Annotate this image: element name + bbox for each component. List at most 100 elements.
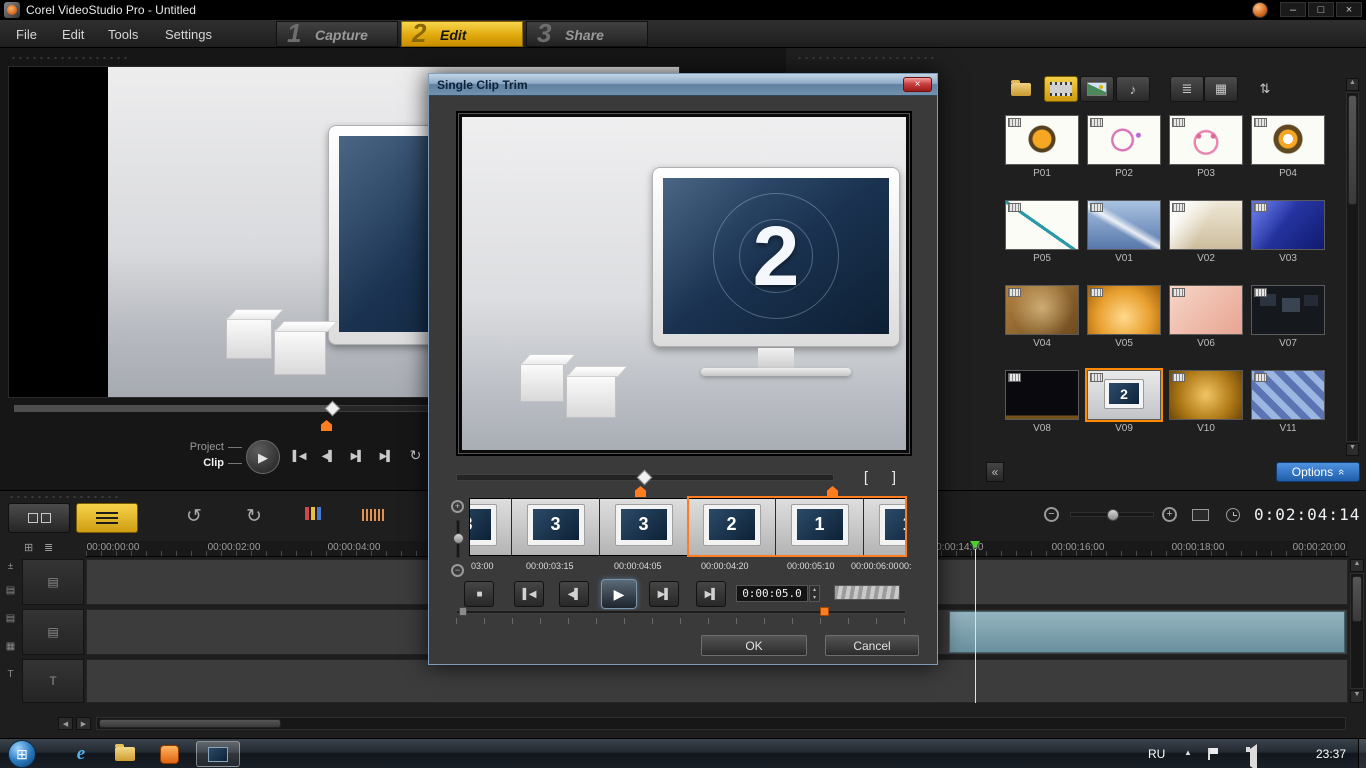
title-track[interactable] (86, 659, 1348, 703)
timeline-view-button[interactable] (76, 503, 138, 533)
end-button[interactable]: ▶▌ (373, 446, 399, 468)
library-item-selected[interactable]: 2 V09 (1085, 370, 1163, 434)
overlay-track-rail-icon[interactable]: ▤ (3, 613, 18, 624)
frame-thumb[interactable]: 3 (469, 499, 512, 555)
tab-share[interactable]: 3 Share (526, 21, 648, 47)
trim-scrubber-handle[interactable] (637, 470, 653, 486)
taskbar-app-button[interactable] (152, 741, 186, 767)
mark-out-button[interactable]: ] (883, 468, 905, 488)
frame-thumb[interactable]: 3 (600, 499, 688, 555)
video-track-rail-icon[interactable]: ▤ (3, 585, 18, 596)
duration-clock-icon[interactable] (1226, 508, 1240, 522)
library-item[interactable]: V03 (1249, 200, 1327, 264)
play-button[interactable]: ▶ (246, 440, 280, 474)
timeline-scroll-up[interactable]: ▲ (1350, 559, 1364, 572)
taskbar-videostudio-button[interactable] (196, 741, 240, 767)
library-item[interactable]: V06 (1167, 285, 1245, 349)
library-item[interactable]: V01 (1085, 200, 1163, 264)
track-list-icon[interactable]: ≣ (44, 541, 53, 554)
filter-audio-button[interactable]: ♪ (1116, 76, 1150, 102)
menu-edit[interactable]: Edit (62, 27, 84, 42)
menu-file[interactable]: File (16, 27, 37, 42)
overlay-clip[interactable] (949, 611, 1345, 653)
taskbar-explorer-button[interactable] (108, 741, 142, 767)
strip-zoom-in[interactable]: + (451, 500, 464, 513)
preview-scrubber-handle[interactable] (325, 401, 341, 417)
show-desktop-button[interactable] (1358, 739, 1366, 768)
next-frame-button[interactable]: ▶▌ (344, 446, 370, 468)
library-item[interactable]: V10 (1167, 370, 1245, 434)
trim-end-button[interactable]: ▶▌ (696, 581, 726, 607)
overlay-track-header[interactable]: ▤ (22, 609, 84, 655)
library-item[interactable]: V08 (1003, 370, 1081, 434)
cancel-button[interactable]: Cancel (825, 635, 919, 656)
start-button[interactable]: ⊞ (8, 740, 36, 768)
timeline-vscrollbar[interactable] (1350, 573, 1364, 689)
library-item[interactable]: V11 (1249, 370, 1327, 434)
repeat-button[interactable]: ↻ (402, 444, 428, 466)
menu-tools[interactable]: Tools (108, 27, 138, 42)
library-scrollbar[interactable] (1346, 92, 1359, 442)
track-grid-icon[interactable]: ⊞ (24, 541, 33, 554)
trim-timecode-field[interactable]: 0:00:05.0 (736, 585, 808, 602)
fit-project-icon[interactable] (1192, 509, 1209, 521)
trim-home-button[interactable]: ▌◀ (514, 581, 544, 607)
timeline-hscrollbar[interactable] (96, 717, 1346, 730)
auto-music-icon[interactable] (362, 509, 386, 521)
lock-track-icon[interactable]: ▦ (3, 641, 18, 652)
jog-bar[interactable] (456, 610, 906, 614)
volume-icon[interactable] (1250, 744, 1257, 768)
ok-button[interactable]: OK (701, 635, 807, 656)
library-item[interactable]: P04 (1249, 115, 1327, 179)
preview-trim-marker[interactable] (321, 420, 332, 431)
project-mode-label[interactable]: Project (150, 441, 242, 453)
strip-zoom-out[interactable]: − (451, 564, 464, 577)
trim-stop-button[interactable]: ■ (464, 581, 494, 607)
taskbar-ie-button[interactable]: e (64, 741, 98, 767)
timeline-zoom-in[interactable]: + (1162, 507, 1177, 522)
playhead-marker[interactable] (970, 541, 980, 549)
library-item[interactable]: P01 (1003, 115, 1081, 179)
strip-zoom-slider[interactable] (456, 520, 460, 558)
filter-video-button[interactable] (1044, 76, 1078, 102)
trim-selection-range[interactable] (687, 496, 907, 557)
mark-in-button[interactable]: [ (855, 468, 877, 488)
redo-button[interactable]: ↻ (246, 505, 262, 528)
spin-up-icon[interactable]: ▴ (810, 586, 819, 594)
list-view-button[interactable]: ≣ (1170, 76, 1204, 102)
library-item[interactable]: V02 (1167, 200, 1245, 264)
jog-left-marker[interactable] (459, 607, 467, 616)
minimize-button[interactable]: – (1280, 2, 1306, 17)
library-item[interactable]: V05 (1085, 285, 1163, 349)
timecode-spinner[interactable]: ▴ ▾ (809, 585, 820, 602)
dialog-titlebar[interactable]: Single Clip Trim × (429, 74, 937, 96)
mark-in-handle[interactable] (635, 486, 646, 497)
library-item[interactable]: P02 (1085, 115, 1163, 179)
timeline-vscroll-thumb[interactable] (1352, 576, 1362, 622)
options-button[interactable]: Options « (1276, 462, 1360, 482)
sort-button[interactable]: ⇅ (1248, 76, 1282, 102)
language-indicator[interactable]: RU (1148, 747, 1165, 761)
trim-play-button[interactable]: ▶ (601, 579, 637, 609)
hidden-icons-chevron[interactable]: ▲ (1184, 748, 1192, 757)
project-clip-switch[interactable]: Project Clip (150, 441, 242, 469)
library-scroll-thumb[interactable] (1348, 95, 1357, 205)
clip-mode-label[interactable]: Clip (150, 457, 242, 469)
library-item[interactable]: P03 (1167, 115, 1245, 179)
strip-zoom-knob[interactable] (453, 533, 464, 544)
library-item[interactable]: V07 (1249, 285, 1327, 349)
library-item[interactable]: V04 (1003, 285, 1081, 349)
storyboard-view-button[interactable] (8, 503, 70, 533)
timeline-scroll-down[interactable]: ▼ (1350, 690, 1364, 703)
filter-photo-button[interactable] (1080, 76, 1114, 102)
collapse-library-button[interactable]: « (986, 462, 1004, 482)
corel-guide-icon[interactable] (1252, 2, 1268, 18)
video-track-header[interactable]: ▤ (22, 559, 84, 605)
browse-folder-button[interactable] (1004, 76, 1038, 102)
jog-position-marker[interactable] (820, 607, 829, 616)
timeline-scroll-left[interactable]: ◀ (58, 717, 73, 730)
timeline-hscroll-thumb[interactable] (99, 719, 281, 728)
undo-button[interactable]: ↺ (186, 505, 202, 528)
trim-prev-frame-button[interactable]: ◀▌ (559, 581, 589, 607)
zoom-slider-knob[interactable] (1107, 509, 1119, 521)
